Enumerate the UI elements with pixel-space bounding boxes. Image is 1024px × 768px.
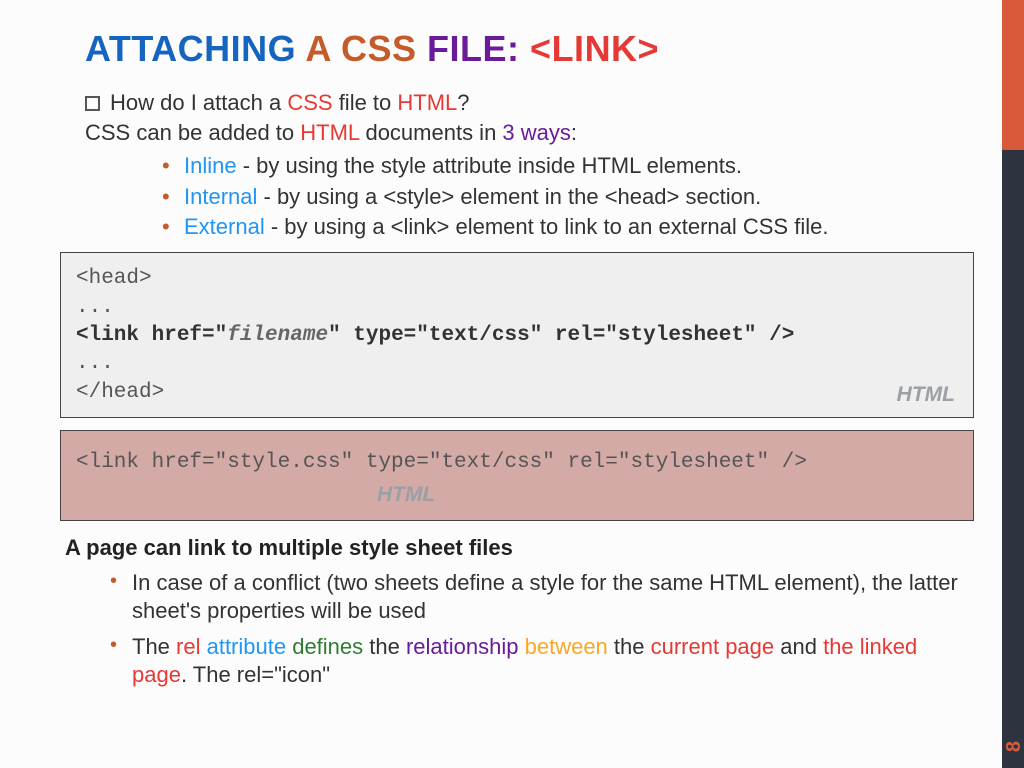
method-name: Inline (184, 153, 237, 178)
title-word: FILE: (427, 28, 519, 69)
code-block-template: <head> ... <link href="filename" type="t… (60, 252, 974, 418)
code-label: HTML (377, 481, 815, 509)
text: and (780, 634, 823, 659)
text: <link href=" (76, 324, 227, 347)
text: documents in (359, 120, 502, 145)
code-label: HTML (897, 381, 955, 409)
methods-list: Inline - by using the style attribute in… (162, 151, 974, 242)
slide-content: ATTACHING A CSS FILE: <LINK> How do I at… (0, 0, 1024, 717)
text: rel (176, 634, 207, 659)
text: : (571, 120, 577, 145)
text: relationship (406, 634, 525, 659)
intro-question: How do I attach a CSS file to HTML? (85, 88, 974, 118)
list-item: The rel attribute defines the relationsh… (110, 633, 974, 689)
text: ? (457, 90, 469, 115)
title-word: A (305, 28, 330, 69)
intro-line2: CSS can be added to HTML documents in 3 … (85, 118, 974, 148)
code-block-example: <link href="style.css" type="text/css" r… (60, 430, 974, 520)
text: the (614, 634, 651, 659)
code-line: <head> (76, 265, 958, 293)
list-item: In case of a conflict (two sheets define… (110, 569, 974, 625)
text: attribute (207, 634, 293, 659)
text: defines (292, 634, 369, 659)
title-word: ATTACHING (85, 28, 296, 69)
list-item: External - by using a <link> element to … (162, 212, 974, 242)
text: The (132, 634, 176, 659)
method-desc: - by using the style attribute inside HT… (237, 153, 742, 178)
intro-block: How do I attach a CSS file to HTML? CSS … (85, 88, 974, 147)
text: filename (227, 324, 328, 347)
title-word: CSS (341, 28, 417, 69)
code-line: <link href="style.css" type="text/css" r… (76, 449, 958, 477)
text: . The rel="icon" (181, 662, 330, 687)
method-desc: - by using a <style> element in the <hea… (257, 184, 761, 209)
code-line: ... (76, 294, 958, 322)
text: HTML (397, 90, 457, 115)
text: between (525, 634, 614, 659)
code-line: ... (76, 350, 958, 378)
text: How do I attach a (110, 90, 287, 115)
section-subhead: A page can link to multiple style sheet … (65, 535, 974, 561)
list-item: Internal - by using a <style> element in… (162, 182, 974, 212)
sidebar-accent-bottom (1002, 150, 1024, 768)
notes-list: In case of a conflict (two sheets define… (110, 569, 974, 690)
text: CSS can be added to (85, 120, 300, 145)
text: the (369, 634, 406, 659)
list-item: Inline - by using the style attribute in… (162, 151, 974, 181)
method-name: External (184, 214, 265, 239)
method-desc: - by using a <link> element to link to a… (265, 214, 829, 239)
title-word: <LINK> (530, 28, 659, 69)
text: " type="text/css" rel="stylesheet" /> (328, 324, 794, 347)
method-name: Internal (184, 184, 257, 209)
checkbox-bullet-icon (85, 96, 100, 111)
text: file to (333, 90, 398, 115)
text: CSS (287, 90, 332, 115)
slide-title: ATTACHING A CSS FILE: <LINK> (85, 28, 974, 70)
code-line: <link href="filename" type="text/css" re… (76, 322, 958, 350)
text: 3 ways (502, 120, 570, 145)
code-line: </head> (76, 379, 958, 407)
text: current page (651, 634, 781, 659)
sidebar-accent-top (1002, 0, 1024, 150)
page-number: 8 (1003, 741, 1024, 752)
text: HTML (300, 120, 359, 145)
